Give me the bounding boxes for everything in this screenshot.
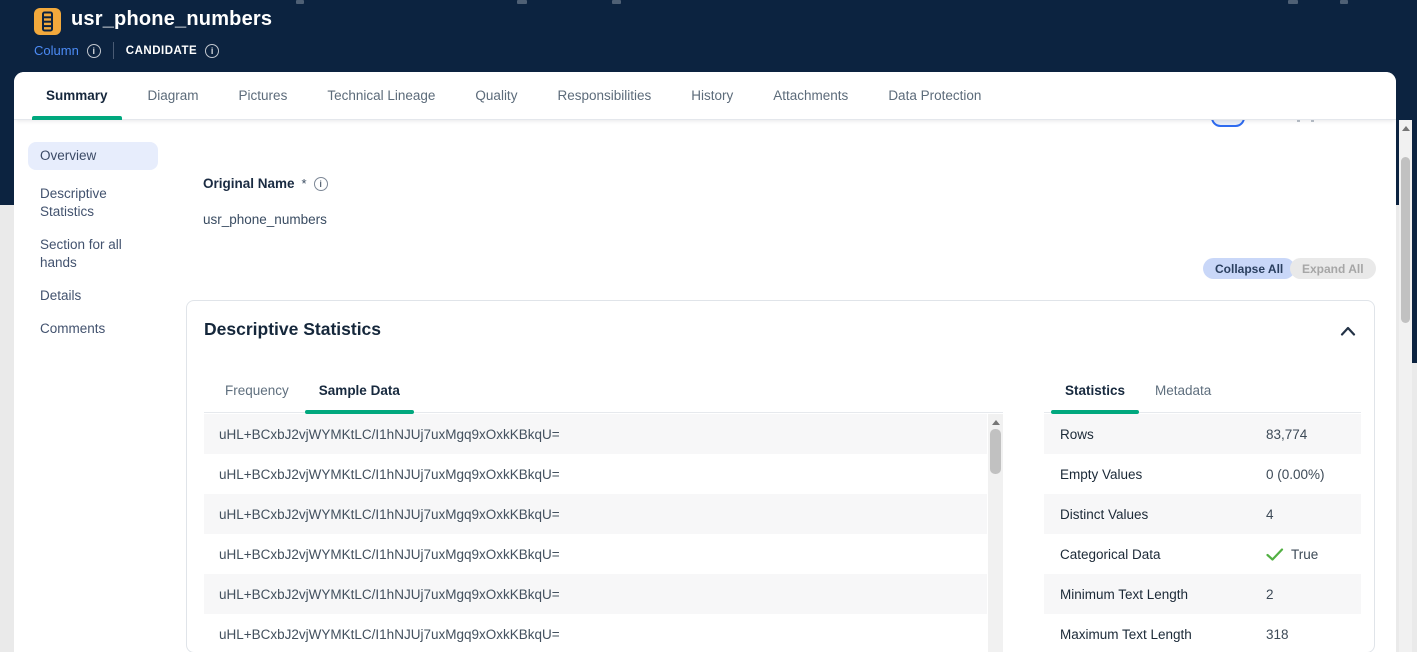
section-nav: Overview Descriptive Statistics Section … [28,142,168,338]
sample-row: uHL+BCxbJ2vjWYMKtLC/I1hNJUj7uxMgq9xOxkKB… [204,454,987,494]
asset-meta-row: Column i CANDIDATE i [34,42,219,59]
info-icon[interactable]: i [87,44,101,58]
sample-tabs: Frequency Sample Data [204,381,1003,413]
stat-row-categorical-data: Categorical Data True [1044,534,1361,574]
tab-responsibilities[interactable]: Responsibilities [551,72,657,120]
stat-label: Categorical Data [1060,547,1161,562]
stat-value: 4 [1266,507,1274,522]
sample-row: uHL+BCxbJ2vjWYMKtLC/I1hNJUj7uxMgq9xOxkKB… [204,614,987,652]
tab-pictures[interactable]: Pictures [233,72,294,120]
original-name-value: usr_phone_numbers [203,212,327,227]
card-title: Descriptive Statistics [204,319,381,340]
asset-header: usr_phone_numbers Column i CANDIDATE i [0,0,1417,72]
tab-history[interactable]: History [685,72,739,120]
sample-row: uHL+BCxbJ2vjWYMKtLC/I1hNJUj7uxMgq9xOxkKB… [204,574,987,614]
sample-row: uHL+BCxbJ2vjWYMKtLC/I1hNJUj7uxMgq9xOxkKB… [204,494,987,534]
tab-frequency[interactable]: Frequency [219,381,295,413]
asset-tab-bar: Summary Diagram Pictures Technical Linea… [14,72,1396,120]
divider [113,42,114,59]
stat-label: Maximum Text Length [1060,627,1192,642]
tab-statistics[interactable]: Statistics [1059,381,1131,413]
original-name-field-header: Original Name * i [203,176,328,191]
tab-quality[interactable]: Quality [469,72,523,120]
stat-value: 2 [1266,587,1274,602]
stat-label: Rows [1060,427,1094,442]
page-scrollbar[interactable] [1399,120,1412,652]
page-title: usr_phone_numbers [71,8,272,31]
sidebar-item-details[interactable]: Details [28,287,158,305]
scroll-up-arrow-icon[interactable] [992,420,1000,425]
asset-type-link[interactable]: Column [34,43,79,58]
sidebar-item-section-for-all-hands[interactable]: Section for all hands [28,236,158,272]
scrollbar-thumb[interactable] [1401,157,1410,323]
column-icon [34,8,61,35]
statistics-list: Rows 83,774 Empty Values 0 (0.00%) Disti… [1044,414,1361,652]
sidebar-item-descriptive-statistics[interactable]: Descriptive Statistics [28,185,158,221]
sample-list-scrollbar[interactable] [988,414,1003,652]
stat-label: Empty Values [1060,467,1142,482]
tab-technical-lineage[interactable]: Technical Lineage [321,72,441,120]
info-icon[interactable]: i [205,44,219,58]
tab-summary[interactable]: Summary [40,72,114,120]
scrollbar-thumb[interactable] [990,429,1001,474]
sidebar-item-comments[interactable]: Comments [28,320,158,338]
stat-row-distinct-values: Distinct Values 4 [1044,494,1361,534]
status-badge: CANDIDATE [126,45,197,57]
statistics-tabs: Statistics Metadata [1044,381,1361,413]
stat-row-maximum-text-length: Maximum Text Length 318 [1044,614,1361,652]
stat-value: 318 [1266,627,1289,642]
expand-all-button[interactable]: Expand All [1290,258,1376,279]
sample-row: uHL+BCxbJ2vjWYMKtLC/I1hNJUj7uxMgq9xOxkKB… [204,414,987,454]
sidebar-item-overview[interactable]: Overview [28,142,158,170]
sample-row: uHL+BCxbJ2vjWYMKtLC/I1hNJUj7uxMgq9xOxkKB… [204,534,987,574]
stat-row-rows: Rows 83,774 [1044,414,1361,454]
stat-label: Distinct Values [1060,507,1148,522]
descriptive-statistics-card: Descriptive Statistics Frequency Sample … [186,300,1375,652]
tab-attachments[interactable]: Attachments [767,72,854,120]
stat-row-empty-values: Empty Values 0 (0.00%) [1044,454,1361,494]
collapse-all-button[interactable]: Collapse All [1203,258,1295,279]
check-icon [1266,548,1284,561]
stat-value: True [1266,547,1318,562]
stat-label: Minimum Text Length [1060,587,1188,602]
info-icon[interactable]: i [314,177,328,191]
stat-value-text: True [1291,547,1318,562]
required-marker: * [302,176,307,191]
chevron-up-icon[interactable] [1340,323,1356,341]
tab-diagram[interactable]: Diagram [142,72,205,120]
stat-value: 0 (0.00%) [1266,467,1325,482]
scroll-up-arrow-icon[interactable] [1402,126,1410,131]
tab-sample-data[interactable]: Sample Data [313,381,406,413]
tab-metadata[interactable]: Metadata [1149,381,1217,413]
sample-data-list: uHL+BCxbJ2vjWYMKtLC/I1hNJUj7uxMgq9xOxkKB… [204,414,987,652]
stat-value: 83,774 [1266,427,1307,442]
column-asset-icon [34,8,61,35]
tab-data-protection[interactable]: Data Protection [882,72,987,120]
stat-row-minimum-text-length: Minimum Text Length 2 [1044,574,1361,614]
original-name-label: Original Name [203,176,295,191]
content-panel: Overview Summary Diagram Pictures Techni… [14,72,1396,652]
